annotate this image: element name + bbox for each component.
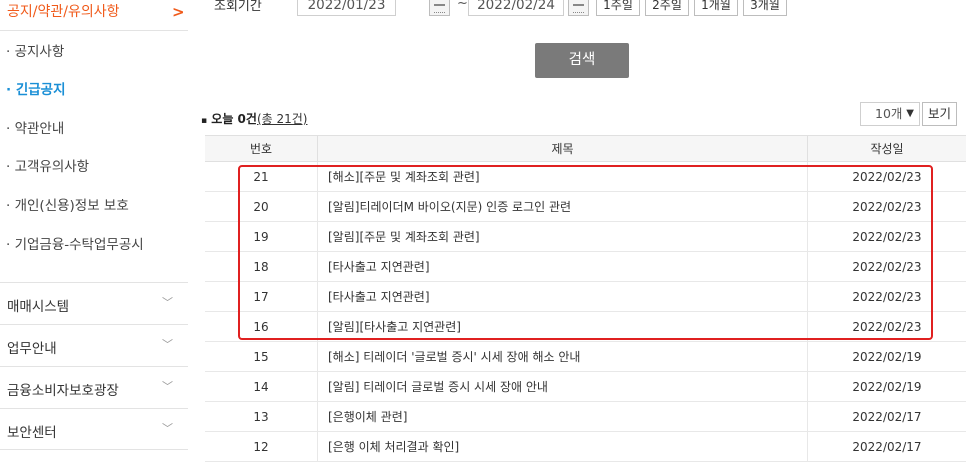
table-row[interactable]: 21 [해소][주문 및 계좌조회 관련] 2022/02/23: [205, 162, 966, 192]
chevron-down-icon: ▼: [906, 108, 914, 119]
period-label: 조회기간: [214, 0, 262, 14]
row-title-link[interactable]: [알림] 티레이더 글로벌 증시 시세 장애 안내: [317, 372, 808, 401]
sidebar-item-security-center[interactable]: 보안센터 ﹀: [0, 408, 188, 450]
post-count: ▪ 오늘 0건(총 21건): [201, 110, 307, 127]
row-number: 18: [253, 259, 269, 274]
row-title-link[interactable]: [해소][주문 및 계좌조회 관련]: [317, 162, 808, 191]
start-date-input[interactable]: 2022/01/23: [297, 0, 396, 16]
bullet-icon: ▪: [201, 116, 208, 126]
chevron-down-icon: ﹀: [162, 380, 173, 393]
sidebar-header-label: 공지/약관/유의사항: [7, 4, 120, 20]
row-date: 2022/02/23: [852, 199, 922, 214]
row-date: 2022/02/19: [852, 349, 922, 364]
sidebar-item-label: 업무안내: [7, 341, 57, 357]
sidebar-item-label: 매매시스템: [7, 299, 70, 315]
row-date: 2022/02/23: [852, 259, 922, 274]
sidebar-item-customer-cautions[interactable]: · 고객유의사항: [6, 157, 166, 177]
calendar-icon[interactable]: [568, 0, 589, 16]
table-header: 번호 제목 작성일: [205, 135, 966, 162]
sidebar-item-business-guide[interactable]: 업무안내 ﹀: [0, 324, 188, 367]
row-date: 2022/02/23: [852, 229, 922, 244]
row-number: 20: [253, 199, 269, 214]
row-date: 2022/02/23: [852, 169, 922, 184]
chevron-down-icon: ﹀: [162, 422, 173, 435]
row-date: 2022/02/17: [852, 409, 922, 424]
range-1month-button[interactable]: 1개월: [694, 0, 738, 16]
column-header-number: 번호: [249, 142, 273, 156]
calendar-icon[interactable]: [429, 0, 450, 16]
row-number: 17: [253, 289, 269, 304]
sidebar-item-privacy[interactable]: · 개인(신용)정보 보호: [6, 196, 166, 216]
sidebar-item-urgent-notice[interactable]: · 긴급공지: [6, 80, 166, 100]
column-header-title: 제목: [317, 136, 808, 161]
today-count: 오늘 0건: [211, 112, 257, 126]
row-number: 19: [253, 229, 269, 244]
row-title-link[interactable]: [해소] 티레이더 '글로벌 증시' 시세 장애 해소 안내: [317, 342, 808, 371]
per-page-select[interactable]: 10개 ▼: [860, 102, 920, 126]
table-row[interactable]: 17 [타사출고 지연관련] 2022/02/23: [205, 282, 966, 312]
row-title-link[interactable]: [타사출고 지연관련]: [317, 252, 808, 281]
range-1week-button[interactable]: 1주일: [596, 0, 640, 16]
chevron-down-icon: ﹀: [162, 338, 173, 351]
row-title-link[interactable]: [알림][주문 및 계좌조회 관련]: [317, 222, 808, 251]
per-page-value: 10개: [875, 106, 903, 121]
table-row[interactable]: 16 [알림][타사출고 지연관련] 2022/02/23: [205, 312, 966, 342]
row-title-link[interactable]: [은행 이체 처리결과 확인]: [317, 432, 808, 461]
row-number: 21: [253, 169, 269, 184]
table-row[interactable]: 19 [알림][주문 및 계좌조회 관련] 2022/02/23: [205, 222, 966, 252]
chevron-down-icon: ﹀: [162, 296, 173, 309]
sidebar-item-label: 보안센터: [7, 425, 57, 441]
table-row[interactable]: 20 [알림]티레이더M 바이오(지문) 인증 로그인 관련 2022/02/23: [205, 192, 966, 222]
table-row[interactable]: 15 [해소] 티레이더 '글로벌 증시' 시세 장애 해소 안내 2022/02/…: [205, 342, 966, 372]
notice-table: 번호 제목 작성일 21 [해소][주문 및 계좌조회 관련] 2022/02/23…: [205, 135, 966, 462]
date-separator: ~: [457, 0, 468, 11]
sidebar-item-trading-system[interactable]: 매매시스템 ﹀: [0, 282, 188, 325]
row-title-link[interactable]: [알림]티레이더M 바이오(지문) 인증 로그인 관련: [317, 192, 808, 221]
sidebar-header-notice[interactable]: 공지/약관/유의사항 >: [0, 0, 188, 31]
sidebar-item-consumer-protection[interactable]: 금융소비자보호광장 ﹀: [0, 366, 188, 409]
row-number: 16: [253, 319, 269, 334]
column-header-date: 작성일: [870, 142, 904, 156]
row-date: 2022/02/19: [852, 379, 922, 394]
table-row[interactable]: 12 [은행 이체 처리결과 확인] 2022/02/17: [205, 432, 966, 462]
table-row[interactable]: 13 [은행이체 관련] 2022/02/17: [205, 402, 966, 432]
sidebar: 공지/약관/유의사항 > · 공지사항 · 긴급공지 · 약관안내 · 고객유의…: [0, 0, 188, 464]
range-3months-button[interactable]: 3개월: [743, 0, 787, 16]
range-2weeks-button[interactable]: 2주일: [645, 0, 689, 16]
table-row[interactable]: 18 [타사출고 지연관련] 2022/02/23: [205, 252, 966, 282]
search-button[interactable]: 검색: [535, 43, 629, 78]
row-title-link[interactable]: [타사출고 지연관련]: [317, 282, 808, 311]
row-number: 15: [253, 349, 269, 364]
view-button[interactable]: 보기: [922, 102, 957, 126]
table-body: 21 [해소][주문 및 계좌조회 관련] 2022/02/23 20 [알림]티레이더…: [205, 162, 966, 462]
row-number: 12: [253, 439, 269, 454]
row-title-link[interactable]: [은행이체 관련]: [317, 402, 808, 431]
total-count: (총 21건): [256, 112, 308, 126]
end-date-input[interactable]: 2022/02/24: [468, 0, 564, 16]
chevron-right-icon: >: [172, 3, 185, 21]
row-date: 2022/02/23: [852, 289, 922, 304]
row-number: 14: [253, 379, 269, 394]
row-date: 2022/02/17: [852, 439, 922, 454]
table-row[interactable]: 14 [알림] 티레이더 글로벌 증시 시세 장애 안내 2022/02/19: [205, 372, 966, 402]
row-title-link[interactable]: [알림][타사출고 지연관련]: [317, 312, 808, 341]
row-number: 13: [253, 409, 269, 424]
sidebar-item-corporate-disclosure[interactable]: · 기업금융-수탁업무공시: [6, 235, 151, 255]
sidebar-item-terms[interactable]: · 약관안내: [6, 119, 166, 139]
sidebar-item-notices[interactable]: · 공지사항: [6, 42, 166, 62]
row-date: 2022/02/23: [852, 319, 922, 334]
sidebar-item-label: 금융소비자보호광장: [7, 383, 119, 399]
